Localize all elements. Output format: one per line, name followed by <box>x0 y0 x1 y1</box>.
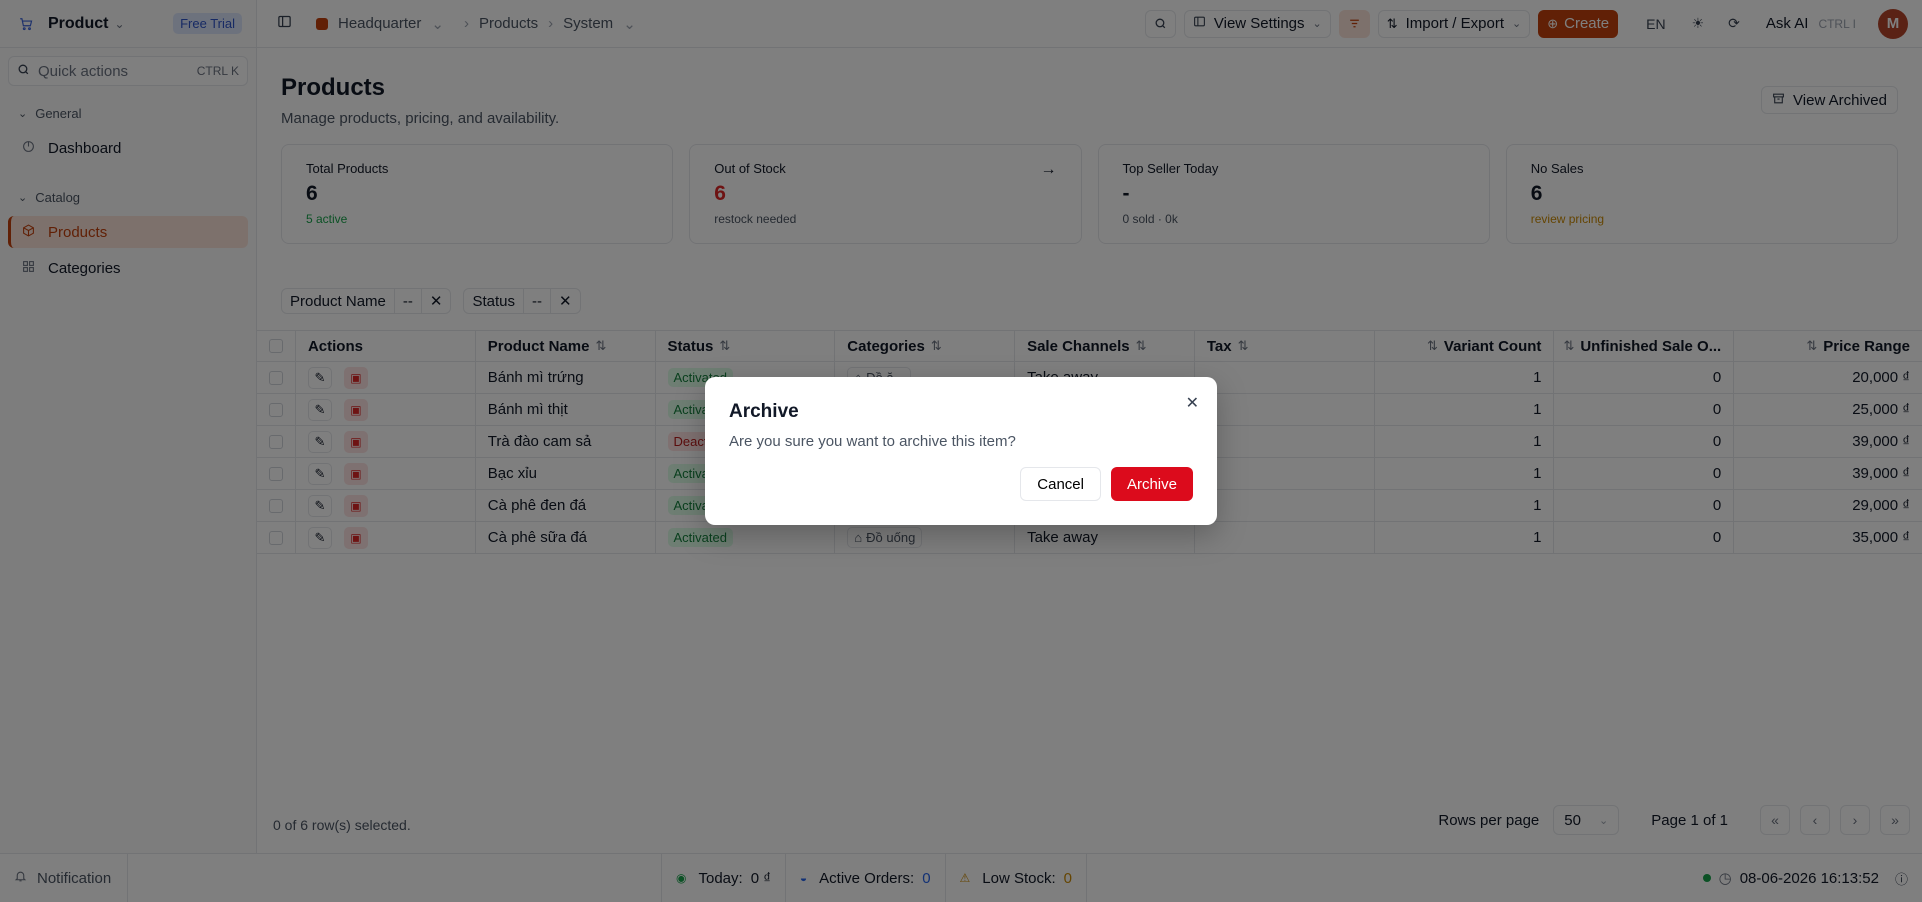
dialog-actions: Cancel Archive <box>1020 467 1193 501</box>
archive-dialog: Archive Are you sure you want to archive… <box>705 377 1217 525</box>
dialog-description: Are you sure you want to archive this it… <box>729 433 1016 450</box>
dialog-title: Archive <box>729 401 799 422</box>
cancel-button[interactable]: Cancel <box>1020 467 1101 501</box>
close-icon[interactable]: ✕ <box>1186 393 1199 413</box>
app-root: Product ⌄ Free Trial Quick actions CTRL … <box>0 0 1922 902</box>
confirm-archive-button[interactable]: Archive <box>1110 467 1193 501</box>
